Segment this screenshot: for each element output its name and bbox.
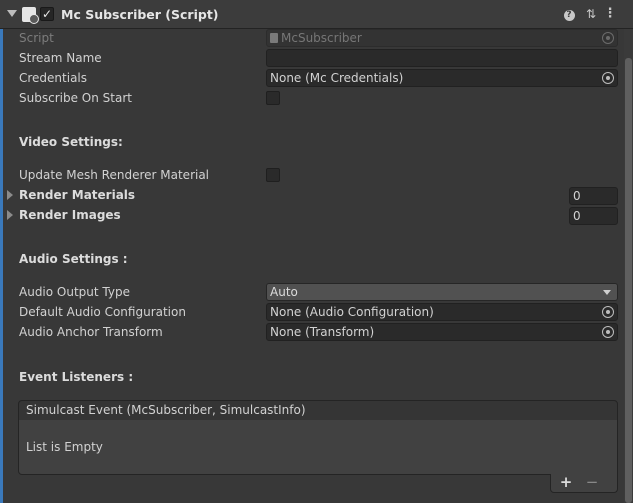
event-listeners-header: Event Listeners : <box>19 370 134 384</box>
component-title: Mc Subscriber (Script) <box>61 7 219 22</box>
render-materials-foldout-icon[interactable] <box>7 190 13 200</box>
render-images-label[interactable]: Render Images <box>19 208 121 222</box>
audio-anchor-transform-field[interactable]: None (Transform) <box>266 323 618 341</box>
render-images-size-field[interactable]: 0 <box>569 207 618 225</box>
update-mesh-checkbox[interactable] <box>266 168 280 182</box>
event-list-empty-text: List is Empty <box>26 440 103 454</box>
update-mesh-label: Update Mesh Renderer Material <box>19 168 210 182</box>
credentials-field[interactable]: None (Mc Credentials) <box>266 69 618 87</box>
video-settings-header: Video Settings: <box>19 135 123 149</box>
subscribe-on-start-label: Subscribe On Start <box>19 91 132 105</box>
script-file-icon <box>270 33 278 43</box>
scrollbar-thumb[interactable] <box>625 58 632 503</box>
add-listener-button[interactable]: + <box>558 474 574 491</box>
audio-settings-header: Audio Settings : <box>19 252 128 266</box>
credentials-value: None (Mc Credentials) <box>270 71 404 85</box>
check-icon: ✓ <box>41 7 53 21</box>
stream-name-label: Stream Name <box>19 51 102 65</box>
render-materials-size-field[interactable]: 0 <box>569 187 618 205</box>
foldout-arrow-icon[interactable] <box>7 10 17 17</box>
subscribe-on-start-checkbox[interactable] <box>266 91 280 105</box>
object-picker-icon[interactable] <box>602 326 614 338</box>
default-audio-config-value: None (Audio Configuration) <box>270 305 434 319</box>
enable-checkbox[interactable]: ✓ <box>40 7 54 21</box>
audio-anchor-transform-label: Audio Anchor Transform <box>19 325 163 339</box>
script-icon <box>22 7 39 24</box>
event-list-body <box>18 420 618 475</box>
object-picker-icon <box>602 32 614 44</box>
script-label: Script <box>19 31 54 45</box>
credentials-label: Credentials <box>19 71 88 85</box>
context-menu-icon[interactable]: ⋮ <box>602 6 618 22</box>
audio-anchor-transform-value: None (Transform) <box>270 325 375 339</box>
render-images-foldout-icon[interactable] <box>7 210 13 220</box>
default-audio-config-field[interactable]: None (Audio Configuration) <box>266 303 618 321</box>
audio-output-type-value: Auto <box>270 285 298 299</box>
chevron-down-icon <box>603 290 611 295</box>
selection-accent-bar <box>0 0 3 503</box>
object-picker-icon[interactable] <box>602 306 614 318</box>
stream-name-input[interactable] <box>266 49 618 67</box>
audio-output-type-dropdown[interactable]: Auto <box>266 283 618 301</box>
default-audio-config-label: Default Audio Configuration <box>19 305 186 319</box>
remove-listener-button[interactable]: − <box>584 474 600 491</box>
render-materials-label[interactable]: Render Materials <box>19 188 135 202</box>
script-value: McSubscriber <box>281 31 362 45</box>
event-list-header: Simulcast Event (McSubscriber, Simulcast… <box>18 400 618 421</box>
audio-output-type-label: Audio Output Type <box>19 285 130 299</box>
object-picker-icon[interactable] <box>602 72 614 84</box>
script-field: McSubscriber <box>266 29 618 47</box>
help-icon[interactable]: ? <box>561 6 577 22</box>
preset-icon[interactable]: ⇅ <box>583 6 599 22</box>
